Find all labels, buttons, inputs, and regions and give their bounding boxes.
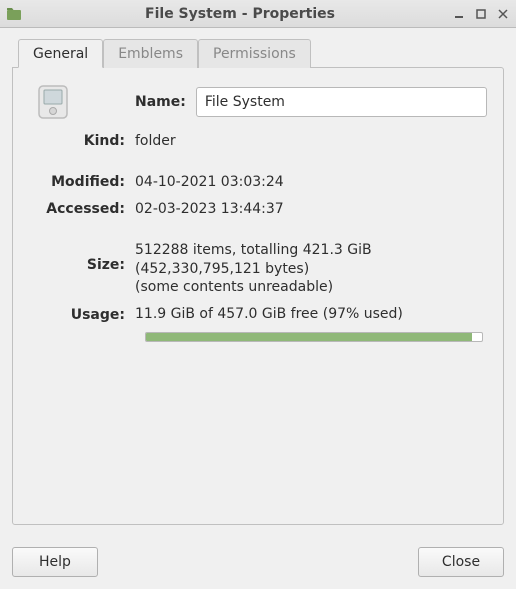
modified-label: Modified: [29,174,135,190]
tab-general[interactable]: General [18,39,103,68]
name-row: Name: [29,82,487,122]
tab-permissions[interactable]: Permissions [198,39,311,68]
size-value: 512288 items, totalling 421.3 GiB (452,3… [135,241,487,298]
usage-value: 11.9 GiB of 457.0 GiB free (97% used) [135,305,487,324]
tab-panel-general: Name: Kind: folder Modified: 04-10-2021 … [12,67,504,525]
tab-emblems[interactable]: Emblems [103,39,198,68]
size-row: Size: 512288 items, totalling 421.3 GiB … [29,241,487,298]
name-input[interactable] [196,87,487,117]
content-area: General Emblems Permissions [0,28,516,537]
size-items: 512288 items, totalling 421.3 GiB [135,241,487,260]
accessed-label: Accessed: [29,201,135,217]
button-bar: Help Close [0,537,516,589]
name-label: Name: [135,94,196,110]
usage-progress [145,332,483,342]
size-bytes: (452,330,795,121 bytes) [135,260,487,279]
usage-progress-container [145,332,483,342]
size-note: (some contents unreadable) [135,278,487,297]
modified-value: 04-10-2021 03:03:24 [135,173,487,192]
usage-row: Usage: 11.9 GiB of 457.0 GiB free (97% u… [29,305,487,324]
maximize-button[interactable] [474,7,488,21]
window-controls [452,7,510,21]
modified-row: Modified: 04-10-2021 03:03:24 [29,173,487,192]
properties-window: File System - Properties General Emblems… [0,0,516,589]
kind-value: folder [135,132,487,151]
drive-icon [33,82,73,122]
help-button[interactable]: Help [12,547,98,577]
kind-row: Kind: folder [29,132,487,151]
minimize-button[interactable] [452,7,466,21]
tab-bar: General Emblems Permissions [12,38,504,67]
item-icon-cell [29,82,135,122]
size-label: Size: [29,241,135,273]
accessed-row: Accessed: 02-03-2023 13:44:37 [29,200,487,219]
usage-progress-fill [146,333,472,341]
accessed-value: 02-03-2023 13:44:37 [135,200,487,219]
close-button[interactable]: Close [418,547,504,577]
kind-label: Kind: [29,133,135,149]
folder-icon [6,6,22,22]
titlebar: File System - Properties [0,0,516,28]
window-title: File System - Properties [28,6,452,22]
usage-label: Usage: [29,307,135,323]
close-window-button[interactable] [496,7,510,21]
